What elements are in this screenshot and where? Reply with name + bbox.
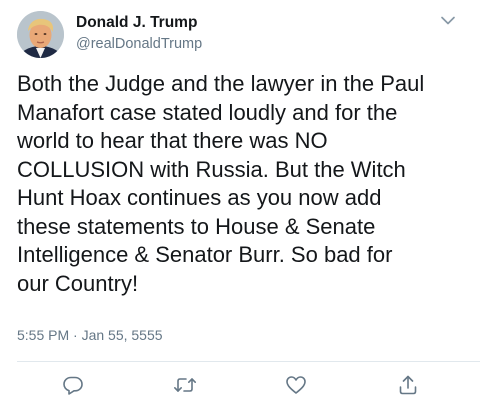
tweet-text-line: Manafort case stated loudly and for the	[17, 99, 398, 125]
share-icon	[397, 374, 419, 396]
tweet-text-line: world to hear that there was NO	[17, 128, 328, 153]
chevron-down-icon[interactable]	[438, 12, 458, 30]
tweet-text-line: Intelligence & Senator Burr. So bad for	[17, 242, 393, 267]
avatar[interactable]	[17, 11, 64, 58]
divider	[17, 361, 480, 362]
tweet-text-line: Hunt Hoax continues as you now add	[17, 185, 382, 210]
reply-icon	[62, 374, 84, 396]
tweet-text-line: these statements to House & Senate	[17, 213, 376, 239]
tweet-text-line: COLLUSION with Russia. But the Witch	[17, 156, 406, 182]
user-handle[interactable]: @realDonaldTrump	[76, 36, 202, 52]
like-button[interactable]	[283, 372, 309, 398]
tweet-text-line: our Country!	[17, 270, 139, 296]
tweet-text: Both the Judge and the lawyer in the Pau…	[17, 70, 467, 298]
tweet-timestamp[interactable]: 5:55 PM · Jan 55, 5555	[17, 327, 163, 343]
display-name[interactable]: Donald J. Trump	[76, 14, 197, 32]
tweet-text-line: Both the Judge and the lawyer in the Pau…	[17, 71, 425, 96]
retweet-icon	[173, 374, 197, 396]
share-button[interactable]	[395, 372, 421, 398]
retweet-button[interactable]	[172, 372, 198, 398]
reply-button[interactable]	[60, 372, 86, 398]
heart-icon	[285, 374, 307, 396]
tweet-card: Donald J. Trump @realDonaldTrump Both th…	[0, 0, 480, 410]
